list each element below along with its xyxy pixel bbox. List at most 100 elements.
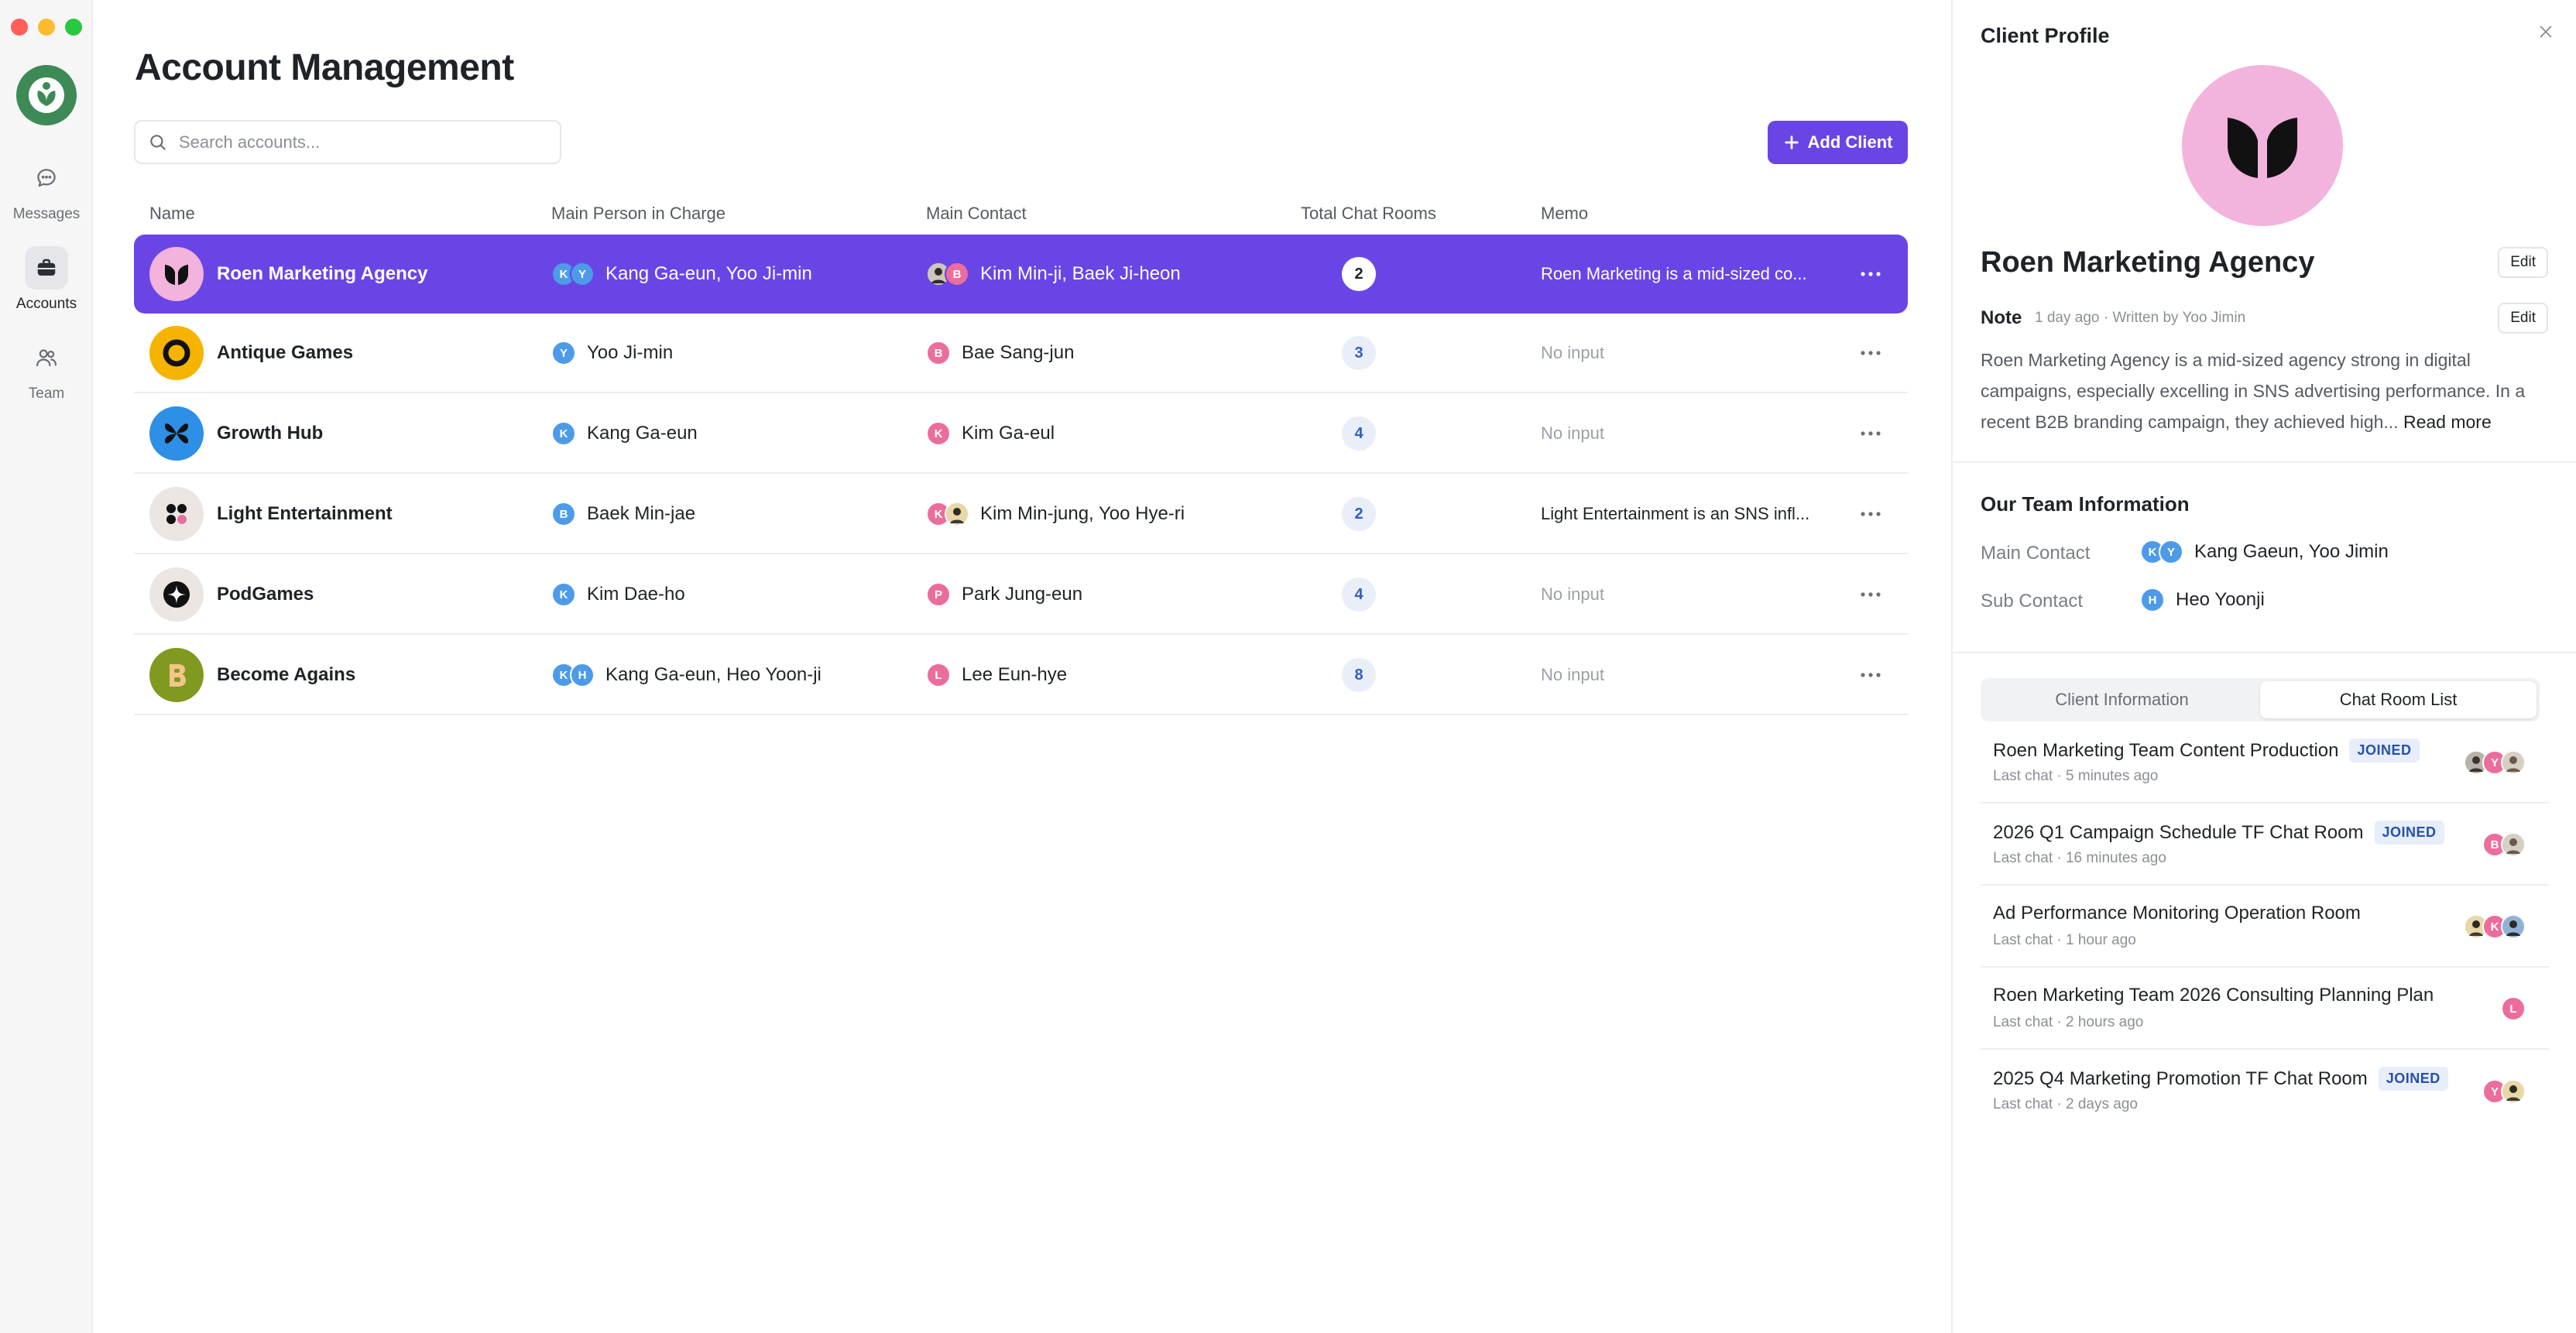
count-badge: 4 bbox=[1342, 577, 1376, 612]
joined-badge: JOINED bbox=[2374, 821, 2444, 845]
avatar-photo bbox=[2501, 1079, 2526, 1104]
sidebar-item-messages[interactable]: Messages bbox=[0, 156, 93, 223]
edit-note-button[interactable]: Edit bbox=[2498, 303, 2548, 334]
sidebar-item-accounts[interactable]: Accounts bbox=[0, 246, 93, 313]
room-title: Roen Marketing Team Content Production bbox=[1993, 739, 2339, 761]
client-logo bbox=[149, 487, 204, 541]
room-last-chat: Last chat · 1 hour ago bbox=[1993, 932, 2136, 948]
window-minimize-button[interactable] bbox=[38, 19, 55, 36]
client-logo bbox=[149, 247, 204, 301]
avatar-group: H bbox=[2140, 588, 2165, 612]
table-row[interactable]: Light Entertainment B Baek Min-jae K Kim… bbox=[134, 475, 1908, 554]
read-more-link[interactable]: Read more bbox=[2403, 412, 2492, 432]
ring-logo-icon bbox=[163, 339, 190, 367]
row-more-button[interactable] bbox=[1860, 636, 1881, 714]
add-client-button[interactable]: Add Client bbox=[1768, 121, 1908, 164]
list-item[interactable]: 2025 Q4 Marketing Promotion TF Chat Room… bbox=[1981, 1051, 2549, 1132]
table-row[interactable]: Become Agains K H Kang Ga-eun, Heo Yoon-… bbox=[134, 636, 1908, 715]
plus-icon bbox=[1784, 135, 1799, 149]
avatar-group: K H bbox=[551, 663, 595, 687]
rail-icon-wrap bbox=[25, 336, 68, 379]
joined-badge: JOINED bbox=[2378, 1067, 2448, 1091]
avatar-group: K Y bbox=[2140, 540, 2183, 564]
person-in-charge: B Baek Min-jae bbox=[551, 475, 695, 553]
room-last-chat: Last chat · 2 hours ago bbox=[1993, 1014, 2144, 1030]
row-more-button[interactable] bbox=[1860, 395, 1881, 472]
close-panel-button[interactable] bbox=[2537, 23, 2554, 44]
sidebar-item-label: Team bbox=[28, 386, 65, 402]
contact-names: Bae Sang-jun bbox=[962, 342, 1075, 363]
count-badge: 4 bbox=[1342, 416, 1376, 451]
avatar-group: K Y bbox=[551, 262, 595, 286]
row-more-button[interactable] bbox=[1860, 235, 1881, 314]
row-more-button[interactable] bbox=[1860, 556, 1881, 633]
avatar-group: K bbox=[926, 502, 969, 526]
room-title-line: 2026 Q1 Campaign Schedule TF Chat Room J… bbox=[1993, 821, 2444, 845]
sidebar-item-team[interactable]: Team bbox=[0, 336, 93, 403]
client-profile-panel: Client Profile Roen Marketing Agency Edi… bbox=[1951, 0, 2576, 1333]
room-last-chat: Last chat · 2 days ago bbox=[1993, 1096, 2138, 1112]
panel-tabs: Client Information Chat Room List bbox=[1981, 678, 2540, 721]
table-row[interactable]: Growth Hub K Kang Ga-eun K Kim Ga-eul 4 … bbox=[134, 395, 1908, 474]
client-logo bbox=[149, 567, 204, 622]
tab-chat-room-list[interactable]: Chat Room List bbox=[2260, 681, 2537, 718]
column-header-name[interactable]: Name bbox=[149, 204, 195, 224]
avatar: Y bbox=[551, 341, 576, 365]
more-horizontal-icon bbox=[1861, 512, 1881, 516]
note-label: Note bbox=[1981, 307, 2022, 328]
main-contact: B Bae Sang-jun bbox=[926, 314, 1074, 392]
list-item[interactable]: Roen Marketing Team Content Production J… bbox=[1981, 723, 2549, 804]
table-row[interactable]: Antique Games Y Yoo Ji-min B Bae Sang-ju… bbox=[134, 314, 1908, 393]
room-title-line: Roen Marketing Team Content Production J… bbox=[1993, 738, 2420, 762]
list-item[interactable]: Roen Marketing Team 2026 Consulting Plan… bbox=[1981, 969, 2549, 1050]
dots-logo-icon bbox=[166, 504, 187, 524]
column-header-person[interactable]: Main Person in Charge bbox=[551, 204, 725, 224]
room-avatars: L bbox=[2501, 969, 2526, 1048]
search-icon bbox=[150, 134, 166, 150]
chat-room-count: 3 bbox=[1342, 314, 1376, 392]
avatar: K bbox=[551, 421, 576, 446]
list-item[interactable]: Ad Performance Monitoring Operation Room… bbox=[1981, 887, 2549, 968]
column-header-contact[interactable]: Main Contact bbox=[926, 204, 1027, 224]
person-photo-icon bbox=[2502, 752, 2524, 773]
main-contact: L Lee Eun-hye bbox=[926, 636, 1067, 714]
room-avatars: Y bbox=[2464, 723, 2526, 802]
tab-client-information[interactable]: Client Information bbox=[1984, 681, 2260, 718]
sub-contact-value: H Heo Yoonji bbox=[2140, 588, 2265, 612]
sub-contact-label: Sub Contact bbox=[1981, 591, 2084, 612]
room-avatars: B bbox=[2482, 805, 2526, 884]
room-title: Ad Performance Monitoring Operation Room bbox=[1993, 903, 2361, 924]
count-badge: 8 bbox=[1342, 658, 1376, 692]
avatar: Y bbox=[2159, 540, 2183, 564]
table-row[interactable]: PodGames K Kim Dae-ho P Park Jung-eun 4 … bbox=[134, 556, 1908, 635]
search-box[interactable] bbox=[134, 120, 561, 164]
joined-badge: JOINED bbox=[2349, 738, 2420, 762]
column-header-memo[interactable]: Memo bbox=[1541, 204, 1588, 224]
row-more-button[interactable] bbox=[1860, 314, 1881, 392]
avatar-group: B bbox=[551, 502, 576, 526]
memo-cell: Roen Marketing is a mid-sized co... bbox=[1541, 235, 1807, 314]
avatar-photo bbox=[2501, 750, 2526, 775]
avatar-group: P bbox=[926, 582, 951, 607]
column-header-chat-rooms[interactable]: Total Chat Rooms bbox=[1301, 204, 1436, 224]
table-row[interactable]: Roen Marketing Agency K Y Kang Ga-eun, Y… bbox=[134, 235, 1908, 314]
edit-client-button[interactable]: Edit bbox=[2498, 247, 2548, 278]
window-maximize-button[interactable] bbox=[65, 19, 82, 36]
list-item[interactable]: 2026 Q1 Campaign Schedule TF Chat Room J… bbox=[1981, 805, 2549, 886]
main-contact-names: Kang Gaeun, Yoo Jimin bbox=[2194, 541, 2389, 562]
chat-room-count: 8 bbox=[1342, 636, 1376, 714]
avatar-group: B bbox=[926, 262, 969, 286]
client-logo-cell bbox=[149, 475, 204, 553]
search-input[interactable] bbox=[179, 132, 535, 152]
memo-cell: No input bbox=[1541, 395, 1604, 472]
app-logo[interactable] bbox=[16, 65, 77, 125]
count-badge: 2 bbox=[1342, 497, 1376, 531]
window-close-button[interactable] bbox=[11, 19, 28, 36]
memo-text: Roen Marketing is a mid-sized co... bbox=[1541, 264, 1807, 283]
client-name: Roen Marketing Agency bbox=[217, 263, 428, 284]
client-logo-cell bbox=[149, 556, 204, 633]
contact-names: Park Jung-eun bbox=[962, 584, 1083, 605]
note-text: Roen Marketing Agency is a mid-sized age… bbox=[1981, 344, 2554, 437]
client-name-heading: Roen Marketing Agency bbox=[1981, 246, 2315, 279]
row-more-button[interactable] bbox=[1860, 475, 1881, 553]
